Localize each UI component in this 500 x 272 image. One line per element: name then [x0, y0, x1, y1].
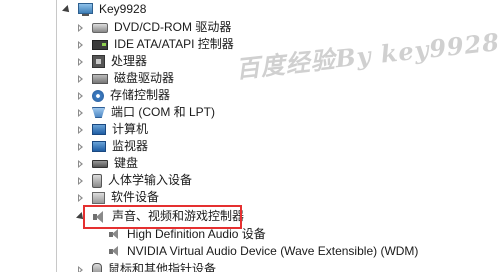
tree-item-computer[interactable]: 计算机	[76, 121, 148, 138]
collapse-arrow-icon[interactable]	[76, 142, 86, 152]
tree-item-dvd-cd-rom[interactable]: DVD/CD-ROM 驱动器	[76, 19, 231, 36]
collapse-arrow-icon[interactable]	[76, 91, 86, 101]
tree-item-processors[interactable]: 处理器	[76, 53, 147, 70]
collapse-arrow-icon[interactable]	[76, 40, 86, 50]
disk-drive-icon	[92, 73, 108, 84]
tree-item-software-devices[interactable]: 软件设备	[76, 189, 159, 206]
tree-item-ide-ata[interactable]: IDE ATA/ATAPI 控制器	[76, 36, 234, 53]
speaker-icon	[108, 246, 121, 257]
tree-item-label: 磁盘驱动器	[114, 71, 175, 85]
tree-child-nvidia-audio[interactable]: NVIDIA Virtual Audio Device (Wave Extens…	[108, 243, 418, 260]
device-manager-window: 百度经验By key9928 Key9928 DVD/CD-ROM 驱动器 ID…	[0, 0, 500, 272]
ide-controller-icon	[92, 39, 108, 50]
collapse-arrow-icon[interactable]	[76, 176, 86, 186]
tree-root-label: Key9928	[99, 2, 147, 16]
processor-icon	[92, 55, 105, 68]
tree-item-label: NVIDIA Virtual Audio Device (Wave Extens…	[127, 244, 419, 258]
disc-drive-icon	[92, 22, 108, 33]
collapse-arrow-icon[interactable]	[76, 193, 86, 203]
computer-icon	[78, 3, 93, 16]
tree-item-hid[interactable]: 人体学输入设备	[76, 172, 192, 189]
tree-item-monitors[interactable]: 监视器	[76, 138, 148, 155]
tree-item-label: 端口 (COM 和 LPT)	[111, 105, 215, 119]
tree-item-mice[interactable]: 鼠标和其他指针设备	[76, 261, 216, 272]
collapse-arrow-icon[interactable]	[76, 23, 86, 33]
computer-category-icon	[92, 124, 106, 135]
tree-item-storage-controllers[interactable]: 存储控制器	[76, 87, 170, 104]
tree-item-keyboards[interactable]: 键盘	[76, 155, 138, 172]
monitor-icon	[92, 141, 106, 152]
watermark: 百度经验By key9928	[234, 27, 500, 84]
collapse-arrow-icon[interactable]	[76, 74, 86, 84]
tree-item-label: 人体学输入设备	[108, 173, 193, 187]
collapse-arrow-icon[interactable]	[76, 265, 86, 272]
tree-item-label: DVD/CD-ROM 驱动器	[114, 20, 232, 34]
collapse-arrow-icon[interactable]	[76, 57, 86, 67]
tree-item-label: 监视器	[112, 139, 149, 153]
tree-item-label: 计算机	[112, 122, 149, 136]
tree-item-label: 鼠标和其他指针设备	[108, 262, 217, 272]
tree-item-label: 处理器	[111, 54, 148, 68]
keyboard-icon	[92, 159, 108, 168]
port-icon	[92, 107, 105, 118]
software-device-icon	[92, 191, 105, 204]
tree-item-label: IDE ATA/ATAPI 控制器	[114, 37, 234, 51]
tree-child-hd-audio[interactable]: High Definition Audio 设备	[108, 226, 266, 243]
tree-item-label: 软件设备	[111, 190, 160, 204]
tree-item-disk-drives[interactable]: 磁盘驱动器	[76, 70, 174, 87]
tree-item-label: 键盘	[114, 156, 139, 170]
tree-item-label: High Definition Audio 设备	[127, 227, 266, 241]
collapse-arrow-icon[interactable]	[76, 108, 86, 118]
storage-controller-icon	[92, 89, 104, 102]
left-panel-divider	[0, 0, 57, 272]
speaker-icon	[108, 229, 121, 240]
hid-icon	[92, 173, 102, 188]
mouse-icon	[92, 263, 102, 272]
collapse-arrow-icon[interactable]	[76, 159, 86, 169]
collapse-arrow-icon[interactable]	[76, 125, 86, 135]
tree-item-ports[interactable]: 端口 (COM 和 LPT)	[76, 104, 215, 121]
expand-arrow-icon[interactable]	[62, 5, 72, 15]
tree-item-label: 存储控制器	[110, 88, 171, 102]
tree-root-key9928[interactable]: Key9928	[62, 1, 146, 18]
